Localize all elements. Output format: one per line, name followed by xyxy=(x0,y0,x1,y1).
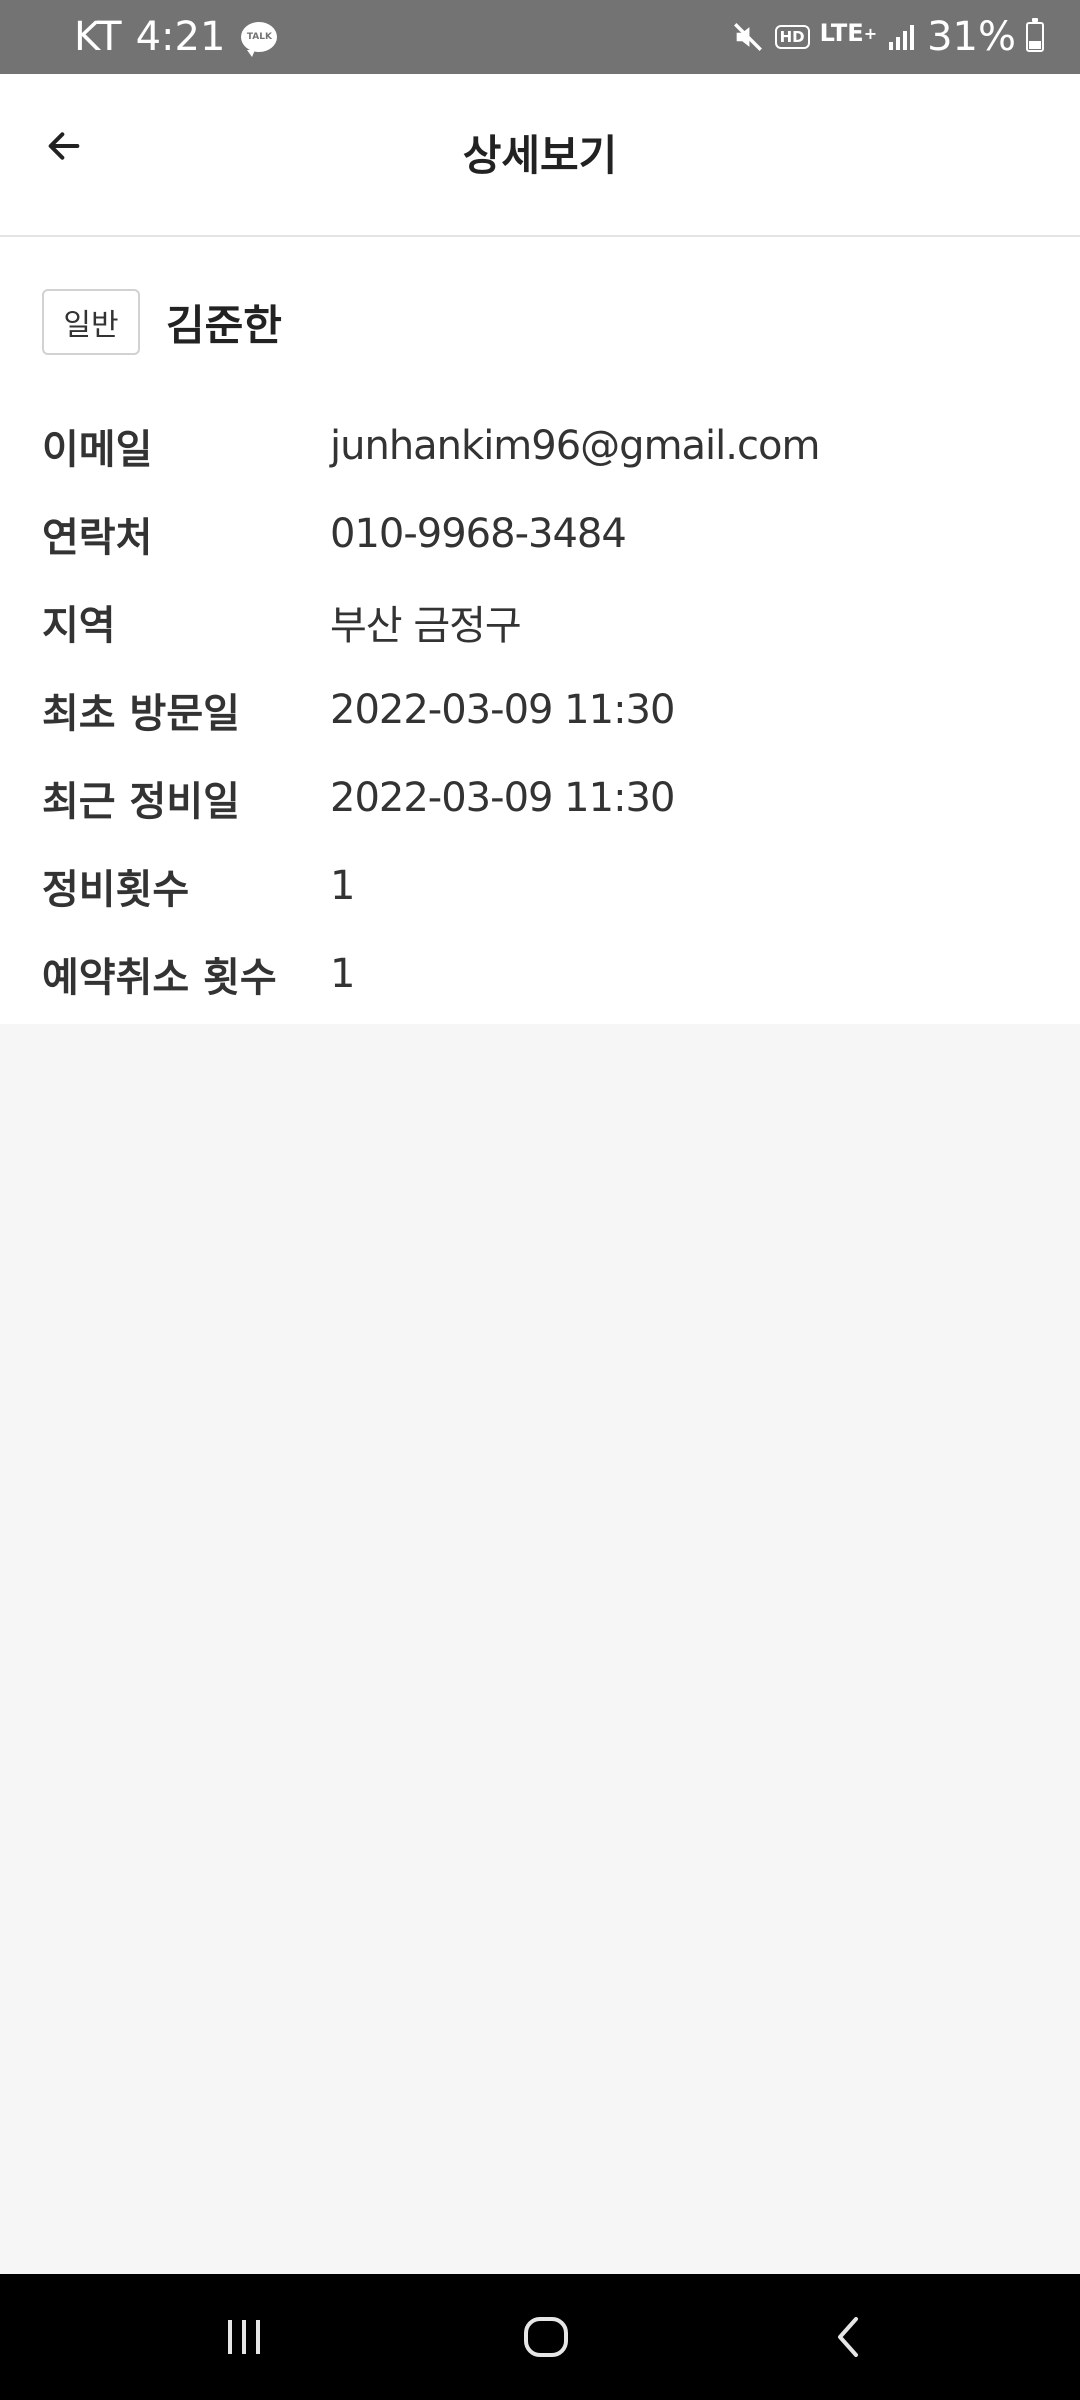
detail-row-contact: 연락처 010-9968-3484 xyxy=(42,490,1042,578)
detail-label: 정비횟수 xyxy=(42,867,190,913)
kakaotalk-notification-icon: TALK xyxy=(241,22,278,57)
system-nav-bar xyxy=(0,2274,1080,2400)
carrier-label: KT xyxy=(74,14,122,60)
back-icon xyxy=(838,2317,858,2357)
page-title: 상세보기 xyxy=(462,131,618,180)
phone-value: 010-9968-3484 xyxy=(330,511,627,557)
detail-label: 지역 xyxy=(42,603,116,649)
region-value: 부산 금정구 xyxy=(330,603,522,649)
recent-apps-button[interactable] xyxy=(164,2274,324,2400)
battery-percentage: 31% xyxy=(927,14,1016,60)
customer-type-badge: 일반 xyxy=(42,289,140,355)
cancel-count-value: 1 xyxy=(330,951,355,997)
detail-row-region: 지역 부산 금정구 xyxy=(42,578,1042,666)
last-maintenance-value: 2022-03-09 11:30 xyxy=(330,775,675,821)
detail-row-email: 이메일 junhankim96@gmail.com xyxy=(42,402,1042,490)
first-visit-value: 2022-03-09 11:30 xyxy=(330,687,675,733)
detail-row-maintenance-count: 정비횟수 1 xyxy=(42,842,1042,930)
lte-label: LTE xyxy=(819,19,864,47)
customer-name: 김준한 xyxy=(166,300,282,350)
recent-apps-icon xyxy=(228,2320,260,2354)
battery-icon xyxy=(1026,18,1044,52)
hd-voice-icon: HD xyxy=(774,25,810,49)
detail-label: 이메일 xyxy=(42,427,153,473)
detail-label: 연락처 xyxy=(42,515,153,561)
maintenance-count-value: 1 xyxy=(330,863,355,909)
home-button[interactable] xyxy=(466,2274,626,2400)
status-bar: KT 4:21 TALK HD LTE + 31% xyxy=(0,0,1080,74)
system-back-button[interactable] xyxy=(770,2274,930,2400)
status-time: 4:21 xyxy=(135,14,226,60)
detail-label: 최근 정비일 xyxy=(42,779,240,825)
status-bar-right: HD LTE + 31% xyxy=(731,0,1044,74)
customer-header: 일반 김준한 xyxy=(42,289,282,355)
detail-row-cancel-count: 예약취소 횟수 1 xyxy=(42,930,1042,1018)
status-bar-left: KT 4:21 TALK xyxy=(74,0,278,74)
detail-row-first-visit: 최초 방문일 2022-03-09 11:30 xyxy=(42,666,1042,754)
signal-icon xyxy=(887,22,917,52)
mute-icon xyxy=(731,20,765,54)
detail-label: 예약취소 횟수 xyxy=(42,955,277,1001)
app-bar: 상세보기 xyxy=(0,74,1080,237)
detail-row-last-maintenance: 최근 정비일 2022-03-09 11:30 xyxy=(42,754,1042,842)
customer-detail-card: 일반 김준한 이메일 junhankim96@gmail.com 연락처 010… xyxy=(0,237,1080,1024)
home-icon xyxy=(524,2317,568,2357)
lte-icon: LTE + xyxy=(819,19,878,47)
detail-list: 이메일 junhankim96@gmail.com 연락처 010-9968-3… xyxy=(42,402,1042,1018)
detail-label: 최초 방문일 xyxy=(42,691,240,737)
email-value: junhankim96@gmail.com xyxy=(330,423,820,469)
